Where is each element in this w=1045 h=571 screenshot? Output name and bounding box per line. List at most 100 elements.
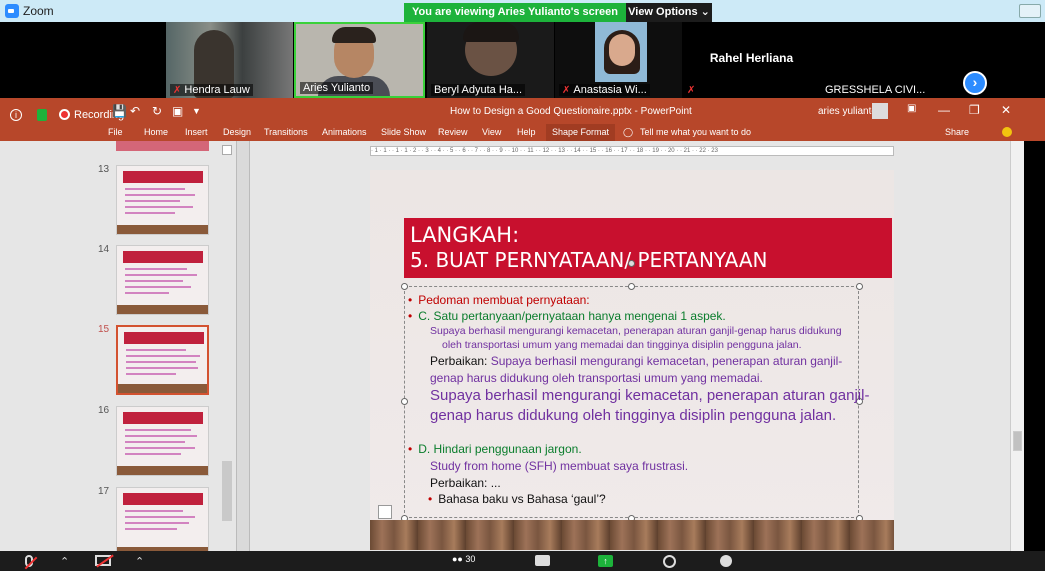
thumb-line [125, 447, 195, 449]
restore-icon[interactable]: ❐ [969, 103, 980, 117]
resize-handle[interactable] [856, 283, 863, 290]
feedback-smiley-icon[interactable] [1002, 127, 1012, 137]
undo-icon[interactable]: ↶ [130, 104, 140, 118]
tell-me-search[interactable]: Tell me what you want to do [640, 127, 751, 137]
view-options-button[interactable]: View Options ⌄ [626, 3, 712, 22]
c-fix-line4: genap harus didukung oleh tingginya disi… [430, 407, 837, 424]
participant-name: Aries Yulianto [300, 82, 374, 94]
thumbnail-scrollbar[interactable] [222, 461, 232, 521]
d-sub-bullet: • Bahasa baku vs Bahasa ‘gaul’? [428, 492, 606, 506]
slide-title-line2: 5. BUAT PERNYATAAN/ PERTANYAAN [410, 248, 768, 272]
participant-tile-anastasia[interactable]: ✗ Anastasia Wi... [555, 22, 682, 98]
participants-button[interactable]: ●● 30 [452, 554, 475, 564]
close-icon[interactable]: ✕ [1001, 103, 1011, 117]
vertical-scrollbar[interactable] [1010, 141, 1024, 551]
mic-muted-icon: ✗ [173, 85, 182, 96]
minimize-window-button[interactable] [1019, 4, 1041, 18]
user-name: aries yulianto [818, 106, 877, 117]
thumb-line [126, 373, 176, 375]
vertical-ruler [236, 141, 250, 551]
presentation-icon[interactable]: ▣ [172, 104, 183, 118]
bullet-c: • C. Satu pertanyaan/pernyataan hanya men… [408, 309, 726, 323]
slide-thumbnail-16[interactable] [116, 406, 209, 476]
slide-number-selected: 15 [98, 324, 110, 335]
tab-view[interactable]: View [482, 127, 501, 137]
share-screen-icon[interactable]: ↑ [598, 555, 613, 567]
recording-icon [59, 109, 70, 120]
thumb-line [125, 268, 187, 270]
layout-options-icon[interactable] [378, 505, 392, 519]
redo-icon[interactable]: ↻ [152, 104, 162, 118]
tab-insert[interactable]: Insert [185, 127, 208, 137]
resize-handle[interactable] [401, 398, 408, 405]
stop-video-icon[interactable] [95, 555, 111, 566]
record-icon[interactable] [663, 555, 676, 568]
c-fix-line2: genap harus didukung oleh transportasi u… [430, 371, 763, 385]
participant-name: Beryl Adyuta Ha... [431, 84, 526, 96]
slide-thumbnail-14[interactable] [116, 245, 209, 315]
thumbnail-scroll-up-icon[interactable] [222, 145, 232, 155]
participant-video-hair [463, 22, 519, 42]
tab-help[interactable]: Help [517, 127, 536, 137]
c-fix-line1: Perbaikan: Supaya berhasil mengurangi ke… [430, 354, 843, 368]
viewing-screen-banner: You are viewing Aries Yulianto's screen [404, 3, 626, 22]
participant-video-face [609, 34, 635, 66]
video-options-chevron-icon[interactable]: ⌃ [135, 555, 144, 568]
resize-handle[interactable] [401, 283, 408, 290]
thumb-title-bar [123, 412, 203, 424]
participant-tile-beryl[interactable]: Beryl Adyuta Ha... [427, 22, 554, 98]
participant-tile-aries[interactable]: Aries Yulianto [294, 22, 425, 98]
lock-icon[interactable] [37, 109, 47, 121]
tab-slide-show[interactable]: Slide Show [381, 127, 426, 137]
audio-options-chevron-icon[interactable]: ⌃ [60, 555, 69, 568]
user-avatar[interactable] [872, 103, 888, 119]
c-fix-line3: Supaya berhasil mengurangi kemacetan, pe… [430, 387, 870, 404]
horizontal-ruler: · 1 · 1 · · 1 · 1 · 2 · · 3 · · 4 · · 5 … [370, 146, 894, 156]
slide-thumbnail-pane: 13 14 15 16 17 [0, 141, 236, 557]
tab-file[interactable]: File [108, 127, 123, 137]
thumb-line [125, 453, 181, 455]
tab-home[interactable]: Home [144, 127, 168, 137]
share-button[interactable]: Share [945, 127, 969, 137]
thumb-line [125, 429, 191, 431]
thumb-line [125, 286, 191, 288]
bullet-d: • D. Hindari penggunaan jargon. [408, 442, 582, 456]
scrollbar-thumb[interactable] [1013, 431, 1022, 451]
resize-handle[interactable] [628, 283, 635, 290]
customize-toolbar-icon[interactable]: ▼ [192, 106, 201, 116]
participant-tile-hendra[interactable]: ✗ Hendra Lauw [166, 22, 293, 98]
ribbon-display-options-icon[interactable]: ▣ [907, 103, 916, 114]
tab-transitions[interactable]: Transitions [264, 127, 308, 137]
tab-animations[interactable]: Animations [322, 127, 367, 137]
thumb-line [126, 361, 196, 363]
tab-shape-format[interactable]: Shape Format [546, 124, 616, 141]
participant-name: ✗ [687, 84, 698, 96]
participant-tile-gresshela[interactable]: GRESSHELA CIVI... [821, 22, 953, 98]
minimize-icon[interactable]: — [938, 103, 950, 117]
thumb-line [126, 355, 200, 357]
reactions-icon[interactable] [720, 555, 732, 567]
tab-review[interactable]: Review [438, 127, 468, 137]
slide-thumbnail-15[interactable] [116, 325, 209, 395]
save-icon[interactable]: 💾 [112, 104, 127, 118]
thumb-line [125, 188, 185, 190]
tab-design[interactable]: Design [223, 127, 251, 137]
thumb-line [125, 528, 177, 530]
slide-thumbnail-17[interactable] [116, 487, 209, 557]
slide-title-line1: LANGKAH: [410, 223, 520, 247]
mic-muted-icon: ✗ [562, 85, 571, 96]
gallery-next-arrow-icon[interactable]: › [963, 71, 987, 95]
info-icon[interactable]: i [10, 109, 22, 121]
chat-icon[interactable] [535, 555, 550, 566]
rotate-handle-icon[interactable] [628, 260, 635, 267]
participants-count: 30 [465, 554, 476, 564]
c-example-line1: Supaya berhasil mengurangi kemacetan, pe… [430, 325, 842, 337]
slide-title-box[interactable]: LANGKAH: 5. BUAT PERNYATAAN/ PERTANYAAN [404, 218, 892, 278]
slide-wood-floor [370, 520, 894, 550]
mute-microphone-icon[interactable] [25, 555, 33, 567]
zoom-app-name: Zoom [23, 4, 54, 18]
participant-tile-rahel[interactable]: Rahel Herliana ✗ [683, 22, 820, 98]
slide-15[interactable]: LANGKAH: 5. BUAT PERNYATAAN/ PERTANYAAN … [370, 170, 894, 550]
slide-thumbnail-13[interactable] [116, 165, 209, 235]
slide-thumbnail-partial[interactable] [116, 141, 209, 151]
